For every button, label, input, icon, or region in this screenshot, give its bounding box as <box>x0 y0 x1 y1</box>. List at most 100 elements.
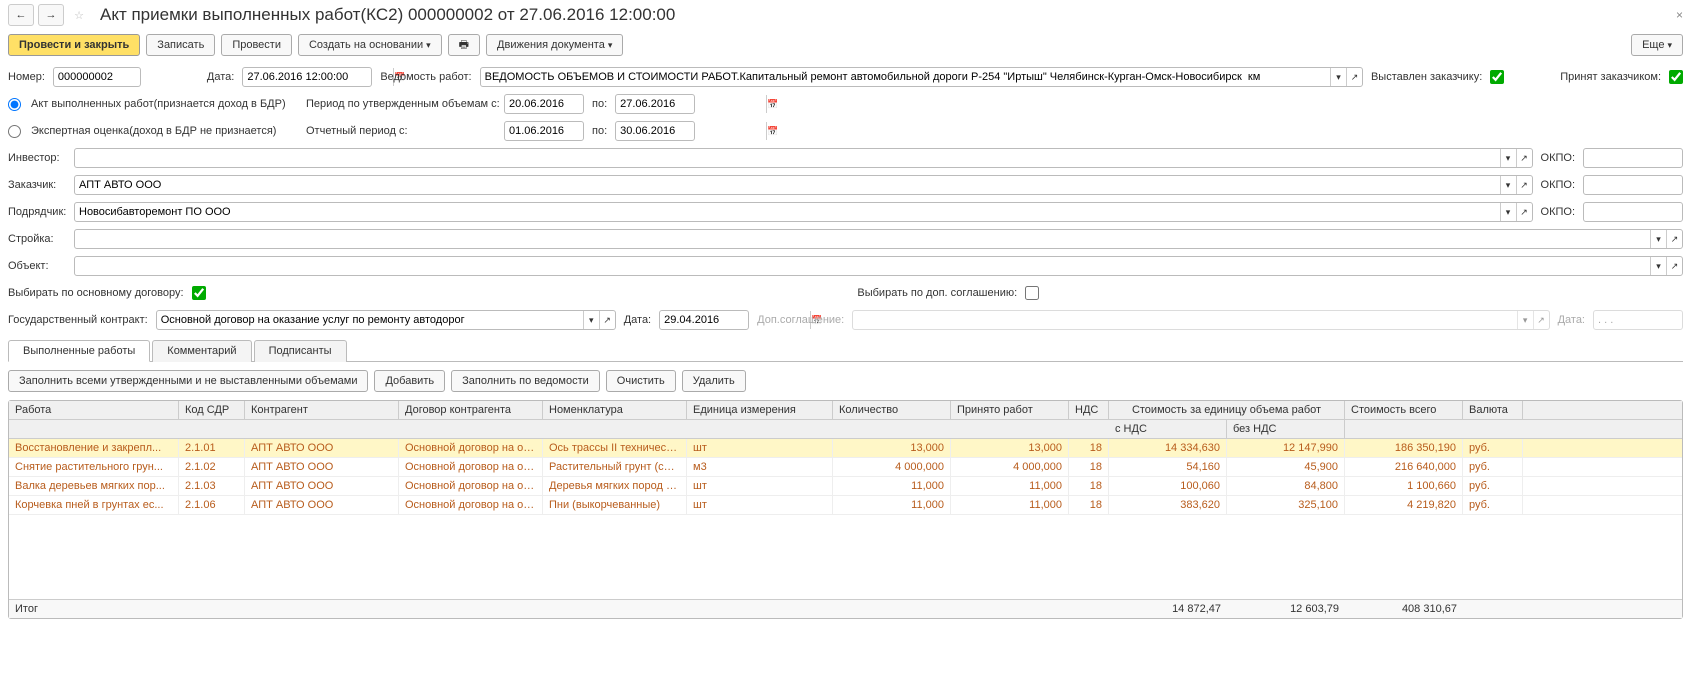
table-row[interactable]: Валка деревьев мягких пор...2.1.03АПТ АВ… <box>9 477 1682 496</box>
accepted-label: Принят заказчиком: <box>1560 71 1661 83</box>
radio-act[interactable] <box>8 98 21 111</box>
dop-checkbox[interactable] <box>1025 286 1039 300</box>
tab-works[interactable]: Выполненные работы <box>8 340 150 362</box>
tab-comment[interactable]: Комментарий <box>152 340 251 362</box>
investor-label: Инвестор: <box>8 152 66 164</box>
main-contract-label: Выбирать по основному договору: <box>8 287 184 299</box>
chevron-down-icon[interactable]: ▾ <box>1650 230 1666 248</box>
po-label-2: по: <box>592 125 607 137</box>
okpo-contractor-input[interactable] <box>1583 202 1683 222</box>
calendar-icon[interactable]: 📅 <box>766 95 778 113</box>
okpo-customer-input[interactable] <box>1583 175 1683 195</box>
movements-button[interactable]: Движения документа <box>486 34 623 56</box>
okpo-label-3: ОКПО: <box>1541 206 1575 218</box>
chevron-down-icon[interactable]: ▾ <box>1330 68 1346 86</box>
report-to-input[interactable]: 📅 <box>615 121 695 141</box>
fill-approved-button[interactable]: Заполнить всеми утвержденными и не выста… <box>8 370 368 392</box>
accepted-checkbox[interactable] <box>1669 70 1683 84</box>
okpo-label-1: ОКПО: <box>1541 152 1575 164</box>
open-icon[interactable]: ↗ <box>1346 68 1362 86</box>
add-button[interactable]: Добавить <box>374 370 445 392</box>
vedomost-combo[interactable]: ▾↗ <box>480 67 1363 87</box>
table-row[interactable]: Корчевка пней в грунтах ес...2.1.06АПТ А… <box>9 496 1682 515</box>
contractor-combo[interactable]: ▾↗ <box>74 202 1533 222</box>
issued-checkbox[interactable] <box>1490 70 1504 84</box>
col-total[interactable]: Стоимость всего <box>1345 401 1463 419</box>
forward-button[interactable]: → <box>38 4 64 26</box>
chevron-down-icon[interactable]: ▾ <box>1500 203 1516 221</box>
col-nomen[interactable]: Номенклатура <box>543 401 687 419</box>
footer-total: 408 310,67 <box>1345 600 1463 618</box>
date-input[interactable]: 📅 <box>242 67 372 87</box>
more-button[interactable]: Еще <box>1631 34 1683 56</box>
col-sdr[interactable]: Код СДР <box>179 401 245 419</box>
investor-combo[interactable]: ▾↗ <box>74 148 1533 168</box>
date-label: Дата: <box>207 71 234 83</box>
dop-label: Доп.соглашение: <box>757 314 844 326</box>
open-icon[interactable]: ↗ <box>599 311 615 329</box>
col-qty[interactable]: Количество <box>833 401 951 419</box>
calendar-icon[interactable]: 📅 <box>766 122 778 140</box>
construction-combo[interactable]: ▾↗ <box>74 229 1683 249</box>
number-label: Номер: <box>8 71 45 83</box>
col-no-nds[interactable]: без НДС <box>1227 420 1345 438</box>
post-button[interactable]: Провести <box>221 34 292 56</box>
gov-contract-label: Государственный контракт: <box>8 314 148 326</box>
post-close-button[interactable]: Провести и закрыть <box>8 34 140 56</box>
delete-button[interactable]: Удалить <box>682 370 746 392</box>
radio-act-label: Акт выполненных работ(признается доход в… <box>31 98 286 110</box>
report-period-label: Отчетный период с: <box>306 125 496 137</box>
col-with-nds[interactable]: с НДС <box>1109 420 1227 438</box>
chevron-down-icon[interactable]: ▾ <box>1500 149 1516 167</box>
open-icon[interactable]: ↗ <box>1516 149 1532 167</box>
footer-no-nds: 12 603,79 <box>1227 600 1345 618</box>
create-from-button[interactable]: Создать на основании <box>298 34 442 56</box>
gov-date-input[interactable]: 📅 <box>659 310 749 330</box>
col-currency[interactable]: Валюта <box>1463 401 1523 419</box>
gov-contract-combo[interactable]: ▾↗ <box>156 310 616 330</box>
object-label: Объект: <box>8 260 66 272</box>
col-dogovor[interactable]: Договор контрагента <box>399 401 543 419</box>
period-from-input[interactable]: 📅 <box>504 94 584 114</box>
period-approved-label: Период по утвержденным объемам с: <box>306 98 496 110</box>
chevron-down-icon[interactable]: ▾ <box>1650 257 1666 275</box>
okpo-investor-input[interactable] <box>1583 148 1683 168</box>
footer-label: Итог <box>9 600 1109 618</box>
open-icon[interactable]: ↗ <box>1516 203 1532 221</box>
period-to-input[interactable]: 📅 <box>615 94 695 114</box>
open-icon[interactable]: ↗ <box>1666 230 1682 248</box>
col-unit-cost[interactable]: Стоимость за единицу объема работ <box>1109 401 1345 419</box>
col-accepted[interactable]: Принято работ <box>951 401 1069 419</box>
col-contragent[interactable]: Контрагент <box>245 401 399 419</box>
col-unit[interactable]: Единица измерения <box>687 401 833 419</box>
main-contract-checkbox[interactable] <box>192 286 206 300</box>
favorite-icon[interactable]: ☆ <box>68 4 90 26</box>
open-icon[interactable]: ↗ <box>1516 176 1532 194</box>
table-row[interactable]: Снятие растительного грун...2.1.02АПТ АВ… <box>9 458 1682 477</box>
close-icon[interactable]: × <box>1676 8 1683 22</box>
chevron-down-icon: ▾ <box>1517 311 1533 329</box>
report-from-input[interactable]: 📅 <box>504 121 584 141</box>
customer-combo[interactable]: ▾↗ <box>74 175 1533 195</box>
po-label-1: по: <box>592 98 607 110</box>
print-button[interactable]: 🖶 <box>448 34 480 56</box>
footer-with-nds: 14 872,47 <box>1109 600 1227 618</box>
radio-expert[interactable] <box>8 125 21 138</box>
customer-label: Заказчик: <box>8 179 66 191</box>
number-input[interactable] <box>53 67 141 87</box>
object-combo[interactable]: ▾↗ <box>74 256 1683 276</box>
col-nds[interactable]: НДС <box>1069 401 1109 419</box>
chevron-down-icon[interactable]: ▾ <box>583 311 599 329</box>
page-title: Акт приемки выполненных работ(КС2) 00000… <box>100 5 675 25</box>
save-button[interactable]: Записать <box>146 34 215 56</box>
construction-label: Стройка: <box>8 233 66 245</box>
fill-ved-button[interactable]: Заполнить по ведомости <box>451 370 600 392</box>
col-rabota[interactable]: Работа <box>9 401 179 419</box>
works-grid: Работа Код СДР Контрагент Договор контра… <box>8 400 1683 619</box>
clear-button[interactable]: Очистить <box>606 370 676 392</box>
open-icon[interactable]: ↗ <box>1666 257 1682 275</box>
back-button[interactable]: ← <box>8 4 34 26</box>
chevron-down-icon[interactable]: ▾ <box>1500 176 1516 194</box>
tab-signers[interactable]: Подписанты <box>254 340 347 362</box>
table-row[interactable]: Восстановление и закрепл...2.1.01АПТ АВТ… <box>9 439 1682 458</box>
